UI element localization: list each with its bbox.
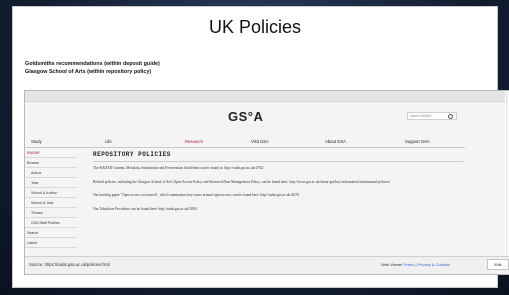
page-heading: REPOSITORY POLICIES [93, 151, 171, 158]
terms-link[interactable]: Terms [403, 262, 414, 267]
policy-paragraph: Our briefing paper "Open access to resea… [93, 193, 300, 197]
sidebar-item-school-year[interactable]: School & Year [25, 198, 77, 208]
search-icon[interactable] [448, 114, 453, 119]
privacy-link[interactable]: Privacy & Cookies [418, 262, 450, 267]
sidebar-item-year[interactable]: Year [25, 178, 77, 188]
slide-subtitle-line-1: Goldsmiths recommendations (within depos… [25, 61, 160, 67]
sidebar-item-school-author[interactable]: School & Author [25, 188, 77, 198]
sidebar-item-browse[interactable]: Browse [25, 158, 77, 168]
slide-subtitle-line-2: Glasgow School of Arts (within repositor… [25, 69, 152, 75]
nav-item-study[interactable]: Study [31, 139, 42, 144]
sidebar-item-staff-profiles[interactable]: GSA Staff Profiles [25, 218, 77, 228]
slide: UK Policies Goldsmiths recommendations (… [12, 6, 509, 288]
sidebar-item-search[interactable]: Search [25, 228, 77, 238]
viewer-status-bar: Source: https://radar.gsa.ac.uk/policies… [25, 256, 509, 274]
embedded-web-viewer: GS°A search RADAR Study Life Research Vi… [24, 90, 509, 275]
edit-button[interactable]: Edit [487, 259, 509, 270]
site-top-banner [25, 91, 505, 102]
main-nav: Study Life Research Visit GSA About GSA … [25, 137, 465, 148]
main-content: REPOSITORY POLICIES The RADAR Content, M… [93, 151, 463, 220]
nav-item-life[interactable]: Life [105, 139, 112, 144]
policy-paragraph: The RADAR Content, Metadata, Submission … [93, 166, 264, 170]
nav-item-support-gsa[interactable]: Support GSA [405, 139, 430, 144]
sidebar-item-latest[interactable]: Latest [25, 238, 77, 248]
nav-item-about-gsa[interactable]: About GSA [325, 139, 346, 144]
search-input[interactable]: search RADAR [407, 112, 457, 120]
viewer-links: Web Viewer Terms | Privacy & Cookies [381, 262, 450, 267]
search-placeholder: search RADAR [410, 114, 432, 118]
site-logo[interactable]: GS°A [228, 109, 263, 124]
sidebar-item-radar[interactable]: RADAR [25, 148, 77, 158]
policy-paragraph: Related policies, including the Glasgow … [93, 179, 391, 184]
nav-item-research[interactable]: Research [185, 139, 203, 144]
policy-paragraph: Our Takedown Procedure can be found here… [93, 206, 198, 211]
sidebar-item-author[interactable]: Author [25, 168, 77, 178]
sidebar-item-theses[interactable]: Theses [25, 208, 77, 218]
web-viewer-label: Web Viewer [381, 262, 403, 267]
slide-title: UK Policies [208, 17, 302, 37]
sidebar-nav: RADAR Browse Author Year School & Author… [25, 148, 77, 248]
nav-item-visit-gsa[interactable]: Visit GSA [251, 139, 269, 144]
website-page: GS°A search RADAR Study Life Research Vi… [25, 91, 505, 258]
source-url[interactable]: Source: https://radar.gsa.ac.uk/policies… [29, 262, 110, 267]
